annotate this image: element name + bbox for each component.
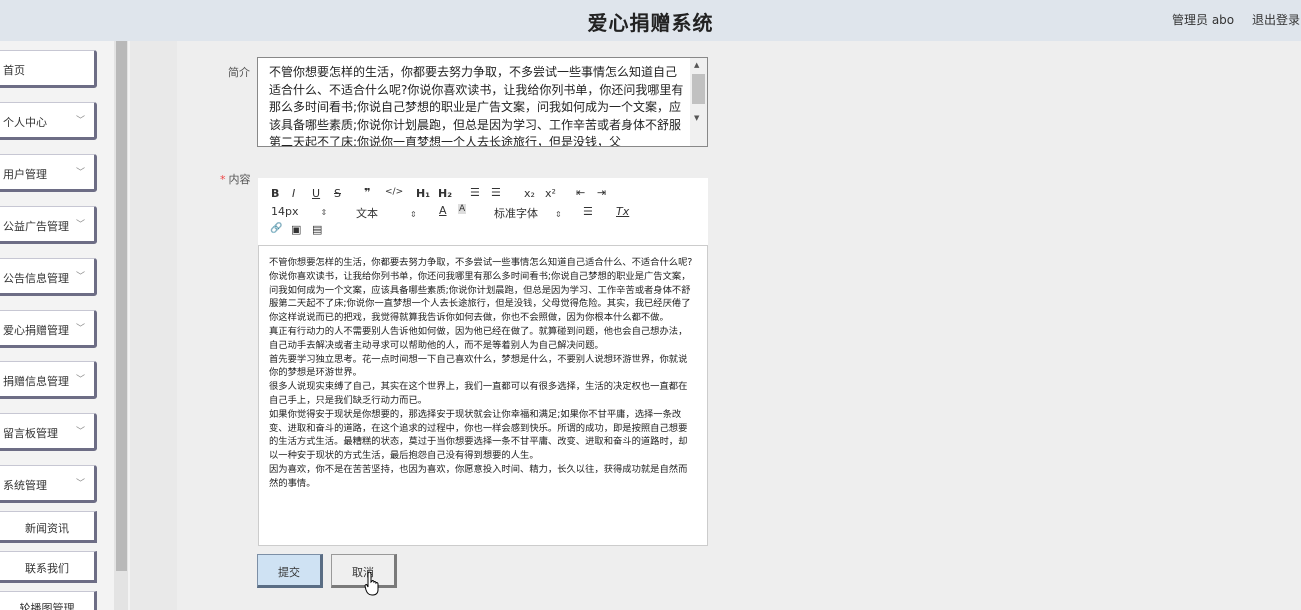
sidebar-item-label: 系统管理 xyxy=(3,479,47,492)
sidebar-item-label: 用户管理 xyxy=(3,168,47,181)
background-color-icon[interactable]: A xyxy=(458,204,467,214)
text-type-select[interactable]: 文本 ⇕ xyxy=(356,205,417,221)
sidebar-subitem-news[interactable]: 新闻资讯 xyxy=(0,511,97,543)
sidebar-item-donation-info[interactable]: 捐赠信息管理 ﹀ xyxy=(0,361,97,399)
font-family-select[interactable]: 标准字体 ⇕ xyxy=(494,205,562,221)
select-caret-icon: ⇕ xyxy=(410,210,417,219)
sidebar-subitem-carousel[interactable]: 轮播图管理 xyxy=(0,591,97,610)
scroll-down-icon[interactable]: ▼ xyxy=(694,114,699,122)
sidebar-item-label: 个人中心 xyxy=(3,116,47,129)
content-label-text: 内容 xyxy=(228,173,251,186)
sidebar-item-label: 捐赠信息管理 xyxy=(3,375,69,388)
text-type-value: 文本 xyxy=(356,207,378,220)
sidebar-subitem-label: 新闻资讯 xyxy=(25,522,69,535)
font-color-icon[interactable]: A xyxy=(439,204,447,217)
select-caret-icon: ⇕ xyxy=(320,208,328,217)
chevron-down-icon: ﹀ xyxy=(75,324,85,334)
editor-content[interactable]: 不管你想要怎样的生活，你都要去努力争取，不多尝试一些事情怎么知道自己适合什么、不… xyxy=(269,256,694,491)
font-size-value: 14px xyxy=(271,205,299,218)
sidebar-subitem-label: 轮播图管理 xyxy=(19,602,75,610)
sidebar: 首页 个人中心 ﹀ 用户管理 ﹀ 公益广告管理 ﹀ 公告信息管理 ﹀ 爱心捐赠管理 ﹀ 捐… xyxy=(0,41,114,610)
chevron-down-icon: ﹀ xyxy=(75,375,85,385)
required-mark: * xyxy=(220,173,226,186)
strike-button[interactable]: S xyxy=(334,187,341,200)
sidebar-item-label: 爱心捐赠管理 xyxy=(3,324,69,337)
sidebar-item-system[interactable]: 系统管理 ﹀ xyxy=(0,465,97,503)
content-paragraph: 如果你觉得安于现状是你想要的，那选择安于现状就会让你幸福和满足;如果你不甘平庸，… xyxy=(269,408,688,462)
subscript-button[interactable]: x₂ xyxy=(524,187,535,200)
content-paragraph: 很多人说现实束缚了自己，其实在这个世界上，我们一直都可以有很多选择，生活的决定权… xyxy=(269,381,688,406)
textarea-scrollbar-thumb[interactable] xyxy=(692,74,705,104)
chevron-down-icon: ﹀ xyxy=(75,479,85,489)
content-paragraph: 因为喜欢，你不是在苦苦坚持，也因为喜欢，你愿意投入时间、精力，长久以往，获得成功… xyxy=(269,463,688,489)
intro-label: 简介 xyxy=(228,66,250,79)
video-icon[interactable]: ▤ xyxy=(312,223,322,236)
chevron-down-icon: ﹀ xyxy=(75,272,85,282)
logout-link[interactable]: 退出登录 xyxy=(1252,11,1300,28)
current-user: 管理员 abo xyxy=(1172,13,1235,27)
code-block-icon[interactable]: </> xyxy=(385,187,403,197)
scroll-up-icon[interactable]: ▲ xyxy=(694,61,699,69)
sidebar-item-label: 首页 xyxy=(3,64,25,77)
sidebar-item-label: 留言板管理 xyxy=(3,427,58,440)
sidebar-item-donations[interactable]: 爱心捐赠管理 ﹀ xyxy=(0,310,97,348)
superscript-button[interactable]: x² xyxy=(545,187,556,200)
content-paragraph: 真正有行动力的人不需要别人告诉他如何做，因为他已经在做了。就算碰到问题，他也会自… xyxy=(269,325,688,351)
font-size-select[interactable]: 14px ⇕ xyxy=(271,205,327,218)
select-caret-icon: ⇕ xyxy=(555,210,562,219)
sidebar-item-messages[interactable]: 留言板管理 ﹀ xyxy=(0,413,97,451)
bullet-list-icon[interactable]: ☰ xyxy=(491,186,501,199)
submit-button[interactable]: 提交 xyxy=(257,554,323,588)
hand-cursor-icon xyxy=(364,571,379,596)
content-paragraph: 首先要学习独立思考。花一点时间想一下自己喜欢什么，梦想是什么，不要别人说想环游世… xyxy=(269,353,688,379)
ordered-list-icon[interactable]: ☰ xyxy=(470,186,480,199)
sidebar-scrollbar-thumb[interactable] xyxy=(116,41,127,571)
sidebar-item-ads[interactable]: 公益广告管理 ﹀ xyxy=(0,206,97,244)
align-icon[interactable]: ☰ xyxy=(583,205,593,218)
underline-button[interactable]: U xyxy=(312,187,320,200)
content-label: * 内容 xyxy=(220,171,251,187)
content-paragraph: 不管你想要怎样的生活，你都要去努力争取，不多尝试一些事情怎么知道自己适合什么、不… xyxy=(269,257,693,268)
chevron-down-icon: ﹀ xyxy=(75,116,85,126)
sidebar-subitem-contact[interactable]: 联系我们 xyxy=(0,551,97,583)
sidebar-item-notices[interactable]: 公告信息管理 ﹀ xyxy=(0,258,97,296)
editor-toolbar: B I U S ❞ </> H₁ H₂ ☰ ☰ x₂ x² ⇤ ⇥ 14px ⇕ … xyxy=(258,178,708,246)
outdent-icon[interactable]: ⇤ xyxy=(576,186,585,199)
sidebar-item-home[interactable]: 首页 xyxy=(0,50,97,88)
sidebar-item-label: 公告信息管理 xyxy=(3,272,69,285)
chevron-down-icon: ﹀ xyxy=(75,427,85,437)
content-paragraph: 你说你喜欢读书，让我给你列书单，你还问我哪里有那么多时间看书;你说自己梦想的职业… xyxy=(269,270,691,324)
sidebar-subitem-label: 联系我们 xyxy=(25,562,69,575)
sidebar-item-label: 公益广告管理 xyxy=(3,220,69,233)
app-title: 爱心捐赠系统 xyxy=(587,11,714,35)
intro-text: 不管你想要怎样的生活，你都要去努力争取，不多尝试一些事情怎么知道自己适合什么、不… xyxy=(269,65,684,147)
intro-textarea[interactable]: 不管你想要怎样的生活，你都要去努力争取，不多尝试一些事情怎么知道自己适合什么、不… xyxy=(257,57,708,147)
heading2-button[interactable]: H₂ xyxy=(438,187,452,200)
indent-icon[interactable]: ⇥ xyxy=(597,186,606,199)
link-icon[interactable]: 🔗 xyxy=(270,223,282,234)
chevron-down-icon: ﹀ xyxy=(75,220,85,230)
sidebar-item-users[interactable]: 用户管理 ﹀ xyxy=(0,154,97,192)
heading1-button[interactable]: H₁ xyxy=(416,187,430,200)
font-family-value: 标准字体 xyxy=(494,207,538,220)
bold-button[interactable]: B xyxy=(271,187,279,200)
italic-button[interactable]: I xyxy=(292,187,295,200)
blockquote-icon[interactable]: ❞ xyxy=(364,186,370,199)
chevron-down-icon: ﹀ xyxy=(75,168,85,178)
clear-format-icon[interactable]: Tx xyxy=(616,205,629,218)
image-icon[interactable]: ▣ xyxy=(291,223,301,236)
top-header: 爱心捐赠系统 管理员 abo 退出登录 xyxy=(0,0,1301,41)
sidebar-item-profile[interactable]: 个人中心 ﹀ xyxy=(0,102,97,140)
